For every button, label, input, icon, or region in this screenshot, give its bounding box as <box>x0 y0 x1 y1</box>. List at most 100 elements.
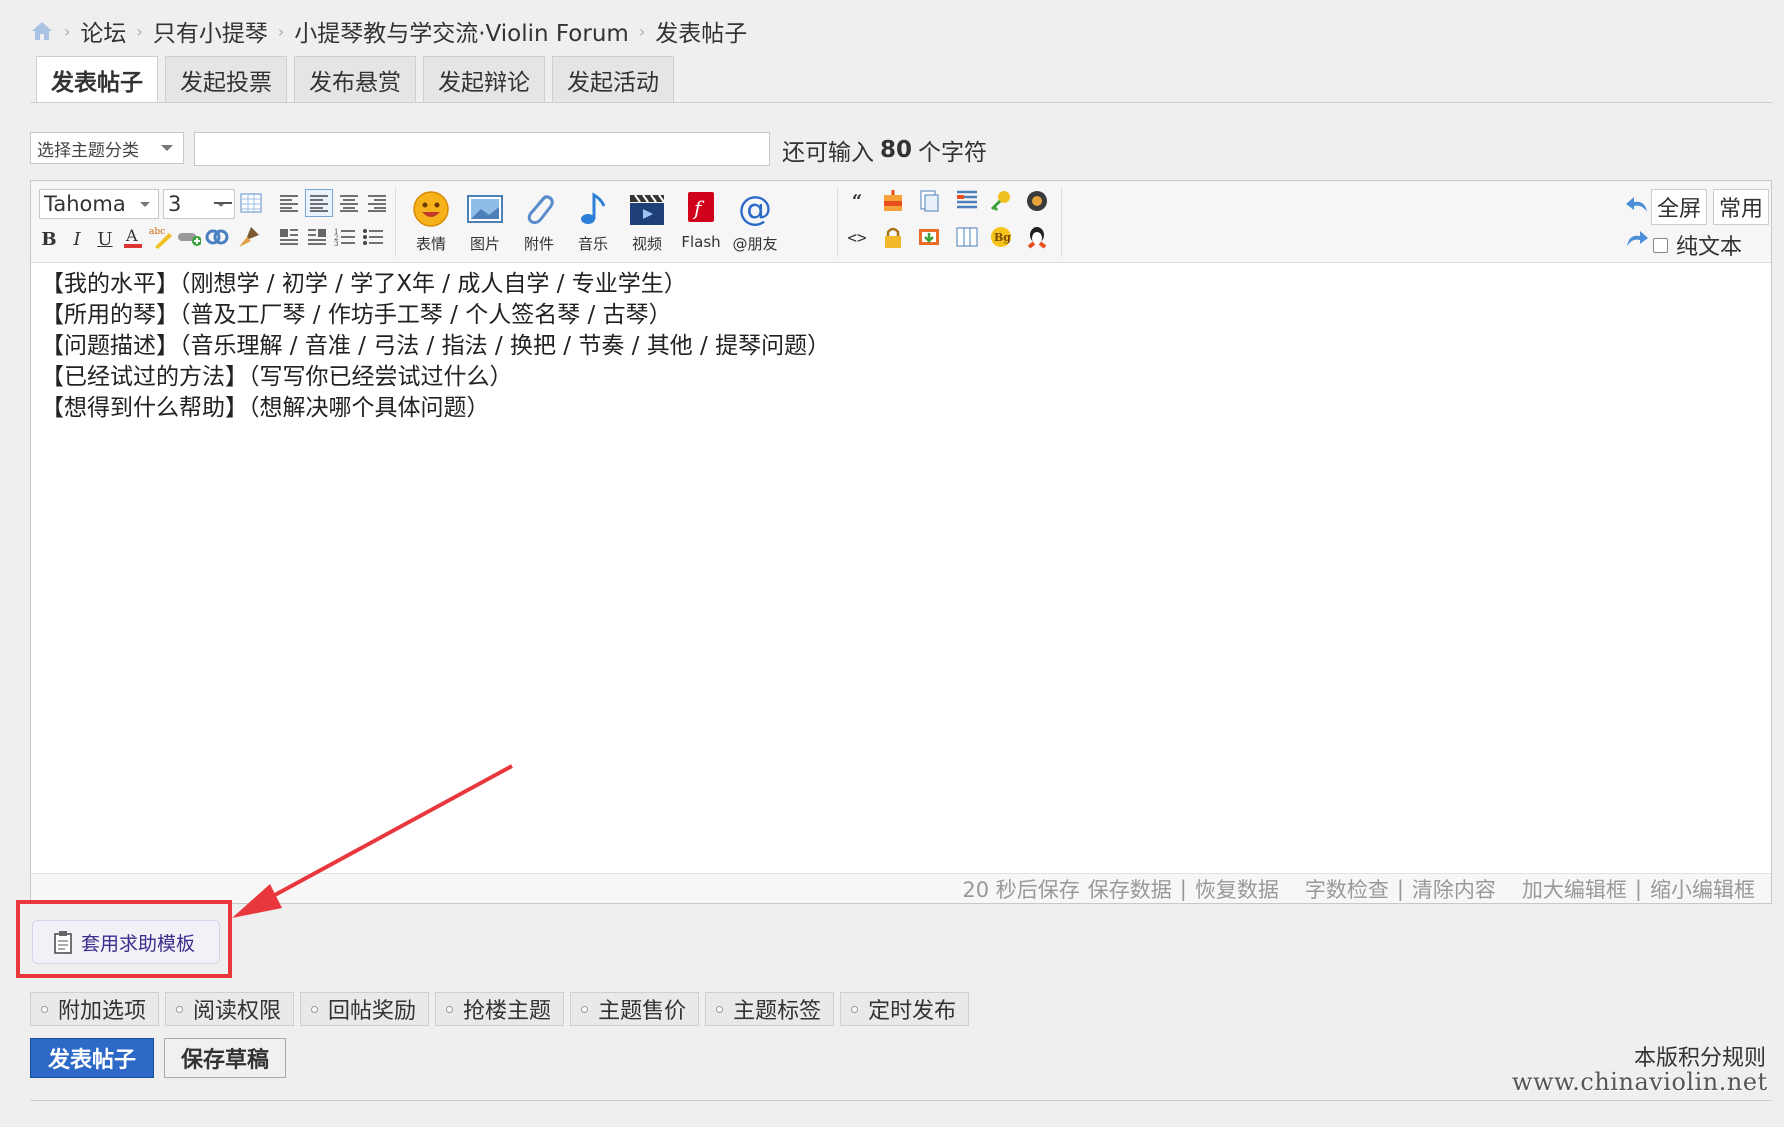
flash-button[interactable]: f Flash <box>675 185 727 259</box>
bottom-divider <box>30 1100 1772 1101</box>
svg-text:abc: abc <box>149 227 165 237</box>
bullet-icon <box>446 1005 454 1013</box>
tab-new-reward[interactable]: 发布悬赏 <box>294 56 416 102</box>
char-counter: 还可输入 80 个字符 <box>782 134 987 166</box>
editor: Tahoma 3 B I U A abc 1 2 3 表情 图片 附件 音乐 视… <box>30 180 1772 904</box>
free-icon[interactable] <box>881 189 905 213</box>
quote-icon[interactable]: “ <box>845 189 869 213</box>
horizontal-rule-icon[interactable] <box>211 191 235 215</box>
shrink-editor-link[interactable]: 缩小编辑框 <box>1650 874 1755 904</box>
font-size-value: 3 <box>168 192 182 216</box>
bullet-icon <box>716 1005 724 1013</box>
option-label: 附加选项 <box>58 999 147 1024</box>
option-tags[interactable]: 主题标签 <box>705 992 835 1026</box>
bullet-icon <box>581 1005 589 1013</box>
key-icon[interactable] <box>989 189 1013 213</box>
word-count-link[interactable]: 字数检查 <box>1305 874 1389 904</box>
align-justify-icon[interactable] <box>305 189 333 217</box>
apply-help-template-button[interactable]: 套用求助模板 <box>32 920 220 964</box>
restore-data-link[interactable]: 恢复数据 <box>1195 874 1279 904</box>
code-icon[interactable]: <> <box>845 225 869 249</box>
option-scheduled[interactable]: 定时发布 <box>840 992 970 1026</box>
save-draft-button[interactable]: 保存草稿 <box>164 1038 286 1078</box>
option-read-permission[interactable]: 阅读权限 <box>165 992 295 1026</box>
subject-input[interactable] <box>194 132 770 166</box>
fullscreen-button[interactable]: 全屏 <box>1651 189 1707 225</box>
attachment-button[interactable]: 附件 <box>513 185 565 259</box>
at-icon: @ <box>738 189 772 229</box>
align-right-icon[interactable] <box>365 191 389 215</box>
autosave-status: 20 秒后保存 <box>962 877 1080 902</box>
index-icon[interactable] <box>955 189 979 213</box>
redo-icon[interactable] <box>1625 227 1649 251</box>
editor-content[interactable]: 【我的水平】（刚想学 / 初学 / 学了X年 / 成人自学 / 专业学生） 【所… <box>41 269 1761 424</box>
breadcrumb-board[interactable]: 小提琴教与学交流·Violin Forum <box>294 14 629 48</box>
emoji-button[interactable]: 表情 <box>405 185 457 259</box>
breadcrumb-section[interactable]: 只有小提琴 <box>153 14 268 48</box>
save-data-link[interactable]: 保存数据 <box>1088 874 1172 904</box>
text-color-icon[interactable]: A <box>121 225 145 249</box>
undo-icon[interactable] <box>1625 193 1649 217</box>
option-price[interactable]: 主题售价 <box>570 992 700 1026</box>
music-button[interactable]: 音乐 <box>567 185 619 259</box>
plaintext-checkbox[interactable] <box>1653 237 1668 253</box>
editor-line: 【我的水平】（刚想学 / 初学 / 学了X年 / 成人自学 / 专业学生） <box>41 271 687 297</box>
category-select-label: 选择主题分类 <box>37 140 139 161</box>
clear-content-link[interactable]: 清除内容 <box>1412 874 1496 904</box>
page-icon[interactable] <box>917 189 941 213</box>
plaintext-toggle[interactable]: 纯文本 <box>1653 231 1742 260</box>
common-tools-button[interactable]: 常用 <box>1713 189 1769 225</box>
breadcrumb-forum[interactable]: 论坛 <box>80 14 126 48</box>
table-icon[interactable] <box>239 191 263 215</box>
breadcrumb: › 论坛 › 只有小提琴 › 小提琴教与学交流·Violin Forum › 发… <box>30 14 747 48</box>
image-button-label: 图片 <box>469 235 500 253</box>
tab-new-post[interactable]: 发表帖子 <box>36 56 158 103</box>
tab-new-poll[interactable]: 发起投票 <box>165 56 287 102</box>
option-floor-grab[interactable]: 抢楼主题 <box>435 992 565 1026</box>
breadcrumb-separator: › <box>277 21 285 41</box>
float-right-icon[interactable] <box>305 225 329 249</box>
link-icon[interactable] <box>177 225 201 249</box>
font-select-value: Tahoma <box>44 192 126 216</box>
editor-toolbar: Tahoma 3 B I U A abc 1 2 3 表情 图片 附件 音乐 视… <box>31 181 1771 263</box>
float-left-icon[interactable] <box>277 225 301 249</box>
unlink-icon[interactable] <box>205 225 229 249</box>
bold-icon[interactable]: B <box>37 227 61 251</box>
video-button[interactable]: 视频 <box>621 185 673 259</box>
tab-new-debate[interactable]: 发起辩论 <box>423 56 545 102</box>
font-select[interactable]: Tahoma <box>39 189 159 219</box>
image-button[interactable]: 图片 <box>459 185 511 259</box>
music-button-label: 音乐 <box>577 235 608 253</box>
mention-button[interactable]: @ @朋友 <box>729 185 781 259</box>
home-icon[interactable] <box>30 20 54 42</box>
watermark: www.chinaviolin.net <box>1512 1068 1768 1096</box>
chevron-down-icon <box>161 145 173 151</box>
option-label: 回帖奖励 <box>328 999 417 1024</box>
enlarge-editor-link[interactable]: 加大编辑框 <box>1522 874 1627 904</box>
columns-icon[interactable] <box>955 225 979 249</box>
align-center-icon[interactable] <box>337 191 361 215</box>
option-extra[interactable]: 附加选项 <box>30 992 160 1026</box>
highlight-icon[interactable]: abc <box>149 225 173 249</box>
post-type-tabs: 发表帖子 发起投票 发布悬赏 发起辩论 发起活动 <box>36 56 681 103</box>
media-icon[interactable] <box>1025 189 1049 213</box>
underline-icon[interactable]: U <box>93 227 117 251</box>
tab-new-activity[interactable]: 发起活动 <box>552 56 674 102</box>
option-reply-reward[interactable]: 回帖奖励 <box>300 992 430 1026</box>
clear-format-icon[interactable] <box>237 225 261 249</box>
align-left-icon[interactable] <box>277 191 301 215</box>
char-counter-prefix: 还可输入 <box>782 140 874 166</box>
lock-icon[interactable] <box>881 225 905 249</box>
submit-post-button[interactable]: 发表帖子 <box>30 1038 154 1078</box>
smiley-icon <box>413 191 449 227</box>
bullet-icon <box>176 1005 184 1013</box>
qq-icon[interactable] <box>1025 225 1049 249</box>
italic-icon[interactable]: I <box>65 227 89 251</box>
svg-text:A: A <box>125 226 138 245</box>
option-label: 定时发布 <box>868 999 957 1024</box>
background-icon[interactable]: Bg <box>989 225 1013 249</box>
download-icon[interactable] <box>917 225 941 249</box>
category-select[interactable]: 选择主题分类 <box>30 132 184 164</box>
ordered-list-icon[interactable]: 123 <box>333 225 357 249</box>
unordered-list-icon[interactable] <box>361 225 385 249</box>
